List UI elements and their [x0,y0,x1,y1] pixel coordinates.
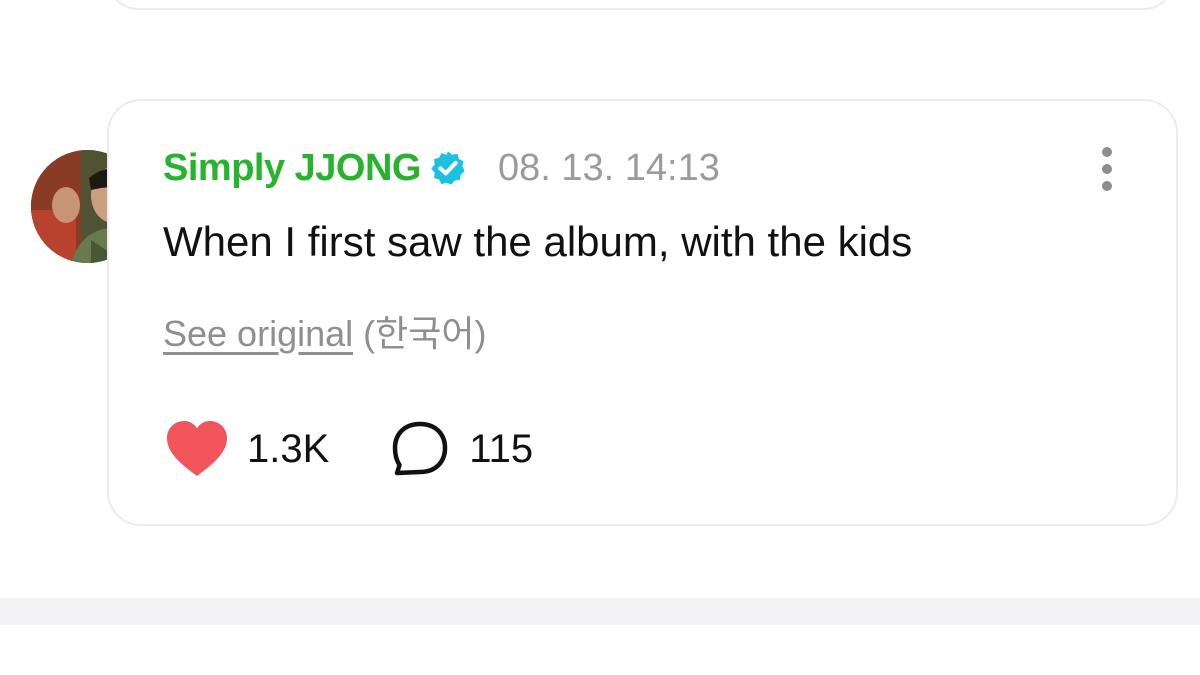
more-vertical-icon-dot [1102,181,1112,191]
comment-count: 115 [469,426,534,471]
author-name[interactable]: Simply JJONG [163,147,421,190]
more-vertical-icon [1102,147,1112,157]
translation-row: See original (한국어) [163,305,486,357]
like-button[interactable]: 1.3K [165,420,329,478]
section-divider [0,598,1200,625]
post-text: When I first saw the album, with the kid… [163,218,913,265]
like-count: 1.3K [247,426,330,471]
post-timestamp: 08. 13. 14:13 [497,146,720,189]
previous-post-card [108,0,1174,10]
heart-icon [165,420,229,478]
see-original-link[interactable]: See original [163,313,353,354]
more-options-button[interactable] [1090,144,1124,194]
comment-button[interactable]: 115 [391,420,533,478]
more-vertical-icon-dot [1102,164,1112,174]
post-actions: 1.3K 115 [165,418,533,480]
verified-badge-icon [429,149,467,187]
original-language-label: (한국어) [363,313,487,354]
speech-bubble-icon [391,420,449,478]
post-header: Simply JJONG 08. 13. 14:13 [163,142,720,194]
